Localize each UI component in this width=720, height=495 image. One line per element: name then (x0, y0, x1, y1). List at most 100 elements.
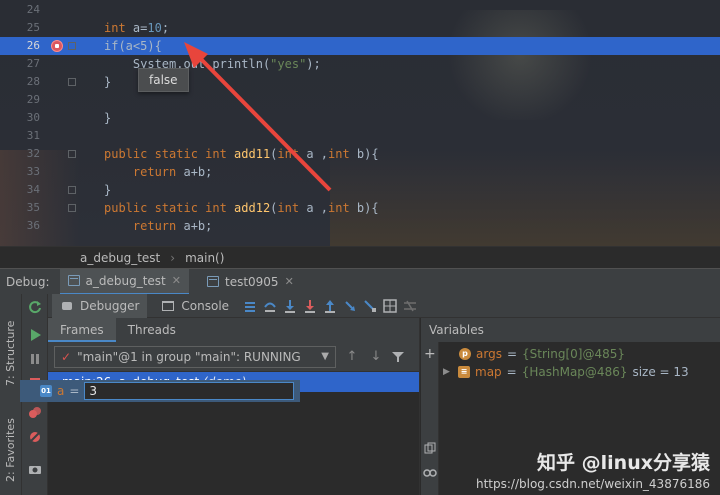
left-tool-strip: 7: Structure 2: Favorites (0, 294, 22, 495)
close-icon[interactable]: ✕ (172, 274, 181, 287)
mute-breakpoints-icon[interactable] (28, 430, 42, 444)
tab-a-debug-test[interactable]: a_debug_test ✕ (59, 268, 189, 295)
code-line[interactable]: 33 return a+b; (0, 163, 720, 181)
camera-icon[interactable] (28, 462, 42, 476)
code-line[interactable]: 35 public static int add12(int a ,int b){ (0, 199, 720, 217)
code-token: add11 (234, 147, 271, 161)
console-icon (162, 300, 175, 311)
code-line[interactable]: 27 System.out.println("yes"); (0, 55, 720, 73)
arrow-up-icon[interactable]: ↑ (344, 349, 360, 364)
variable-row-map[interactable]: ▶ ≡ map = {HashMap@486} size = 13 (443, 363, 689, 381)
inline-eval-row[interactable]: 01 a = 3 (20, 380, 300, 402)
step-out-icon[interactable] (323, 299, 337, 313)
line-number[interactable]: 25 (0, 19, 40, 37)
fold-marker-icon[interactable] (68, 78, 76, 86)
variables-side-toolbar: + (421, 342, 439, 495)
code-text: } (104, 181, 111, 199)
console-label: Console (181, 298, 230, 313)
close-icon[interactable]: ✕ (285, 275, 294, 288)
tab-debugger[interactable]: Debugger (52, 293, 148, 318)
variable-value: {HashMap@486} (521, 365, 628, 379)
expand-arrow-icon[interactable]: ▶ (443, 363, 453, 381)
pause-icon[interactable] (28, 352, 42, 366)
line-number[interactable]: 33 (0, 163, 40, 181)
code-token: a , (299, 147, 328, 161)
variable-name: map (475, 365, 502, 379)
copy-icon[interactable] (424, 442, 436, 454)
code-line[interactable]: 32 public static int add11(int a ,int b){ (0, 145, 720, 163)
force-step-into-icon[interactable] (303, 299, 317, 313)
code-text: } (104, 109, 111, 127)
code-line-current[interactable]: 26 if(a<5){ (0, 37, 720, 55)
resume-icon[interactable] (28, 328, 42, 342)
breadcrumb-separator: › (170, 250, 176, 265)
code-line[interactable]: 30} (0, 109, 720, 127)
thread-selected-label: "main"@1 in group "main": RUNNING (77, 349, 301, 364)
code-line[interactable]: 28} (0, 73, 720, 91)
favorites-tool-tab[interactable]: 2: Favorites (4, 418, 17, 482)
variable-row-args[interactable]: p args = {String[0]@485} (459, 345, 625, 363)
line-number[interactable]: 26 (0, 37, 40, 55)
code-line[interactable]: 34} (0, 181, 720, 199)
filter-icon[interactable] (392, 351, 404, 363)
value-edit-field[interactable]: 3 (84, 382, 295, 400)
debug-tabbar: Debug: a_debug_test ✕ test0905 ✕ (0, 268, 720, 295)
fold-marker-icon[interactable] (68, 150, 76, 158)
breadcrumb-method[interactable]: main() (185, 251, 224, 265)
line-number[interactable]: 31 (0, 127, 40, 145)
tab-console[interactable]: Console (153, 294, 237, 318)
tab-frames[interactable]: Frames (48, 318, 116, 342)
line-number[interactable]: 35 (0, 199, 40, 217)
breakpoint-icon[interactable] (51, 40, 63, 52)
fold-marker-icon[interactable] (68, 186, 76, 194)
watermark-brand: 知乎 @linux分享猿 (537, 452, 710, 474)
run-config-icon (206, 276, 219, 287)
debug-label: Debug: (6, 274, 50, 289)
code-token: int (328, 147, 350, 161)
step-over-icon[interactable] (263, 299, 277, 313)
frames-panel: Frames Threads ✓ "main"@1 in group "main… (48, 318, 420, 495)
debugger-label: Debugger (80, 298, 140, 313)
trace-stream-icon[interactable] (403, 299, 417, 313)
code-editor[interactable]: 24 25 int a=10; 26 if(a<5){27 System.out.pri… (0, 0, 720, 246)
line-number[interactable]: 30 (0, 109, 40, 127)
code-token: add12 (234, 201, 271, 215)
tab-label: test0905 (224, 274, 279, 289)
line-number[interactable]: 36 (0, 217, 40, 235)
code-line[interactable]: 29 (0, 91, 720, 109)
tab-threads[interactable]: Threads (116, 318, 188, 342)
run-to-cursor-icon[interactable] (363, 299, 377, 313)
view-breakpoints-icon[interactable] (28, 406, 42, 420)
step-into-icon[interactable] (283, 299, 297, 313)
evaluate-expression-icon[interactable] (383, 298, 397, 313)
menu-icon[interactable] (243, 299, 257, 313)
code-token: 10 (147, 21, 162, 35)
line-number[interactable]: 29 (0, 91, 40, 109)
breadcrumb: a_debug_test › main() (0, 246, 720, 268)
arrow-down-icon[interactable]: ↓ (368, 349, 384, 364)
fold-marker-icon[interactable] (68, 42, 76, 50)
add-watch-icon[interactable]: + (424, 346, 436, 362)
thread-selector-row: ✓ "main"@1 in group "main": RUNNING ▼ ↑ … (48, 342, 419, 372)
tab-test0905[interactable]: test0905 ✕ (199, 269, 302, 295)
code-text: public static int add11(int a ,int b){ (104, 145, 379, 163)
line-number[interactable]: 32 (0, 145, 40, 163)
glasses-icon[interactable] (423, 468, 437, 478)
thread-dropdown[interactable]: ✓ "main"@1 in group "main": RUNNING ▼ (54, 345, 336, 368)
line-number[interactable]: 24 (0, 1, 40, 19)
breadcrumb-class[interactable]: a_debug_test (80, 251, 160, 265)
line-number[interactable]: 28 (0, 73, 40, 91)
line-number[interactable]: 27 (0, 55, 40, 73)
code-line[interactable]: 36 return a+b; (0, 217, 720, 235)
code-line[interactable]: 25 int a=10; (0, 19, 720, 37)
structure-tool-tab[interactable]: 7: Structure (4, 321, 17, 386)
drop-frame-icon[interactable] (343, 299, 357, 313)
value-tooltip: false (138, 68, 189, 92)
line-number[interactable]: 34 (0, 181, 40, 199)
rerun-icon[interactable] (28, 300, 42, 314)
fold-marker-icon[interactable] (68, 204, 76, 212)
code-line[interactable]: 31 (0, 127, 720, 145)
code-text: return a+b; (104, 163, 212, 181)
code-line[interactable]: 24 (0, 1, 720, 19)
code-token: a+b; (176, 219, 213, 233)
